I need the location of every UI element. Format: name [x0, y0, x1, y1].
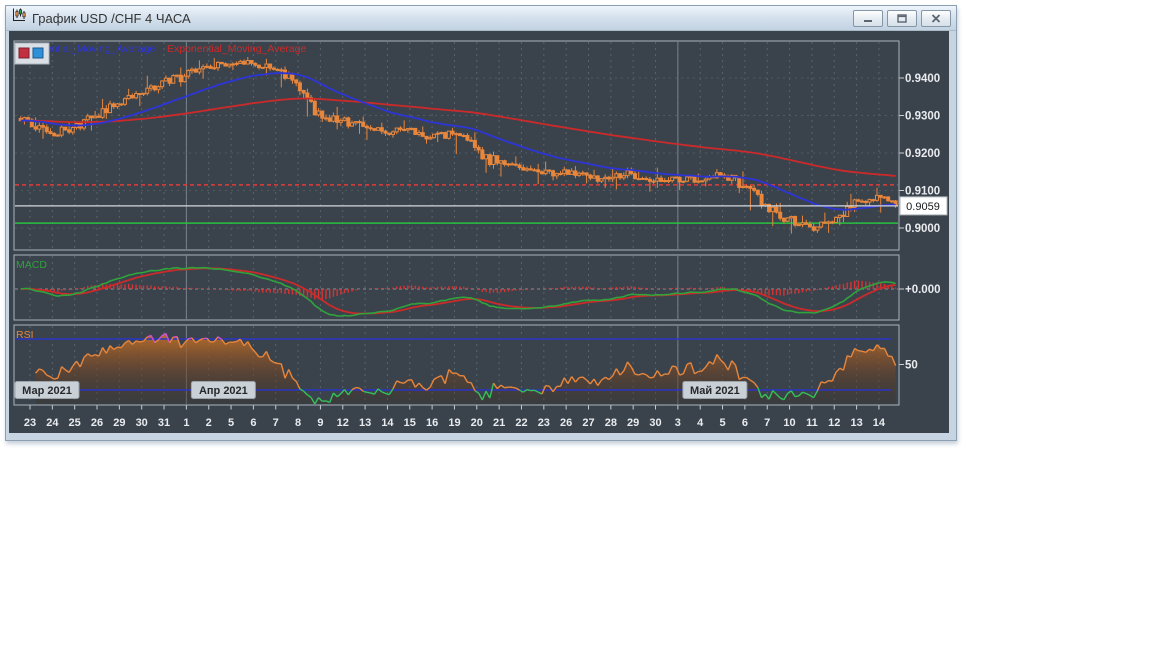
rsi-label: RSI	[16, 329, 34, 341]
time-axis-label: 28	[605, 417, 617, 429]
month-box-label: Апр 2021	[199, 385, 248, 397]
close-button[interactable]	[921, 10, 951, 27]
time-axis-label: 31	[158, 417, 170, 429]
time-axis-label: 11	[806, 417, 818, 429]
time-axis-label: 29	[113, 417, 125, 429]
time-axis-label: 5	[228, 417, 234, 429]
red-chip-button[interactable]	[19, 48, 29, 58]
time-axis-label: 24	[46, 417, 59, 429]
month-box-label: Май 2021	[690, 385, 740, 397]
window-controls	[853, 10, 951, 27]
window-title: График USD /CHF 4 ЧАСА	[32, 11, 191, 26]
time-axis-label: 4	[697, 417, 704, 429]
time-axis-label: 2	[206, 417, 212, 429]
candlestick-chart-icon	[11, 8, 27, 28]
price-axis-label: 0.9300	[905, 111, 940, 123]
time-axis-label: 23	[24, 417, 36, 429]
time-axis-label: 26	[91, 417, 103, 429]
month-box-label: Мар 2021	[22, 385, 72, 397]
chart-client-area: Exponential_Moving_AverageExponential_Mo…	[9, 31, 949, 433]
time-axis-label: 5	[719, 417, 725, 429]
time-axis-label: 12	[337, 417, 349, 429]
time-axis-label: 6	[250, 417, 256, 429]
time-axis-label: 1	[183, 417, 189, 429]
blue-chip-button[interactable]	[33, 48, 43, 58]
time-axis-label: 30	[136, 417, 148, 429]
minimize-button[interactable]	[853, 10, 883, 27]
time-axis-label: 3	[675, 417, 681, 429]
time-axis-label: 20	[471, 417, 483, 429]
time-axis-label: 26	[560, 417, 572, 429]
rsi-mid-label: 50	[905, 360, 918, 372]
desktop: График USD /CHF 4 ЧАСА Exponential_Movin…	[0, 0, 1152, 648]
legend-label-ema-slow: Exponential_Moving_Average	[167, 43, 306, 55]
current-price-label: 0.9059	[906, 201, 940, 213]
price-axis-label: 0.9200	[905, 148, 940, 160]
time-axis-label: 7	[273, 417, 279, 429]
time-axis-label: 29	[627, 417, 639, 429]
time-axis-label: 13	[359, 417, 371, 429]
restore-button[interactable]	[887, 10, 917, 27]
price-axis-label: 0.9400	[905, 73, 940, 85]
time-axis-label: 25	[69, 417, 81, 429]
time-axis-label: 22	[515, 417, 527, 429]
time-axis-label: 14	[873, 417, 886, 429]
macd-label-group: MACD	[16, 259, 47, 271]
time-axis-label: 12	[828, 417, 840, 429]
time-axis-label: 30	[649, 417, 661, 429]
time-axis-label: 10	[783, 417, 795, 429]
time-axis-label: 8	[295, 417, 301, 429]
macd-label: MACD	[16, 259, 47, 271]
time-axis-label: 6	[742, 417, 748, 429]
time-axis-label: 23	[538, 417, 550, 429]
price-axis-label: 0.9000	[905, 223, 940, 235]
current-price-box: 0.9059	[900, 197, 947, 215]
time-axis-label: 7	[764, 417, 770, 429]
chart-canvas[interactable]: Exponential_Moving_AverageExponential_Mo…	[9, 31, 949, 433]
time-axis-label: 13	[850, 417, 862, 429]
time-axis-label: 14	[381, 417, 394, 429]
time-axis-label: 16	[426, 417, 438, 429]
macd-zero-label: +0.000	[905, 284, 941, 296]
rsi-label-group: RSI	[16, 329, 34, 341]
window-titlebar[interactable]: График USD /CHF 4 ЧАСА	[6, 6, 956, 31]
time-axis-label: 27	[582, 417, 594, 429]
time-axis-label: 15	[404, 417, 416, 429]
price-axis-label: 0.9100	[905, 186, 940, 198]
time-axis-label: 21	[493, 417, 505, 429]
time-axis-label: 19	[448, 417, 460, 429]
chart-window: График USD /CHF 4 ЧАСА Exponential_Movin…	[5, 5, 957, 441]
time-axis-label: 9	[317, 417, 323, 429]
